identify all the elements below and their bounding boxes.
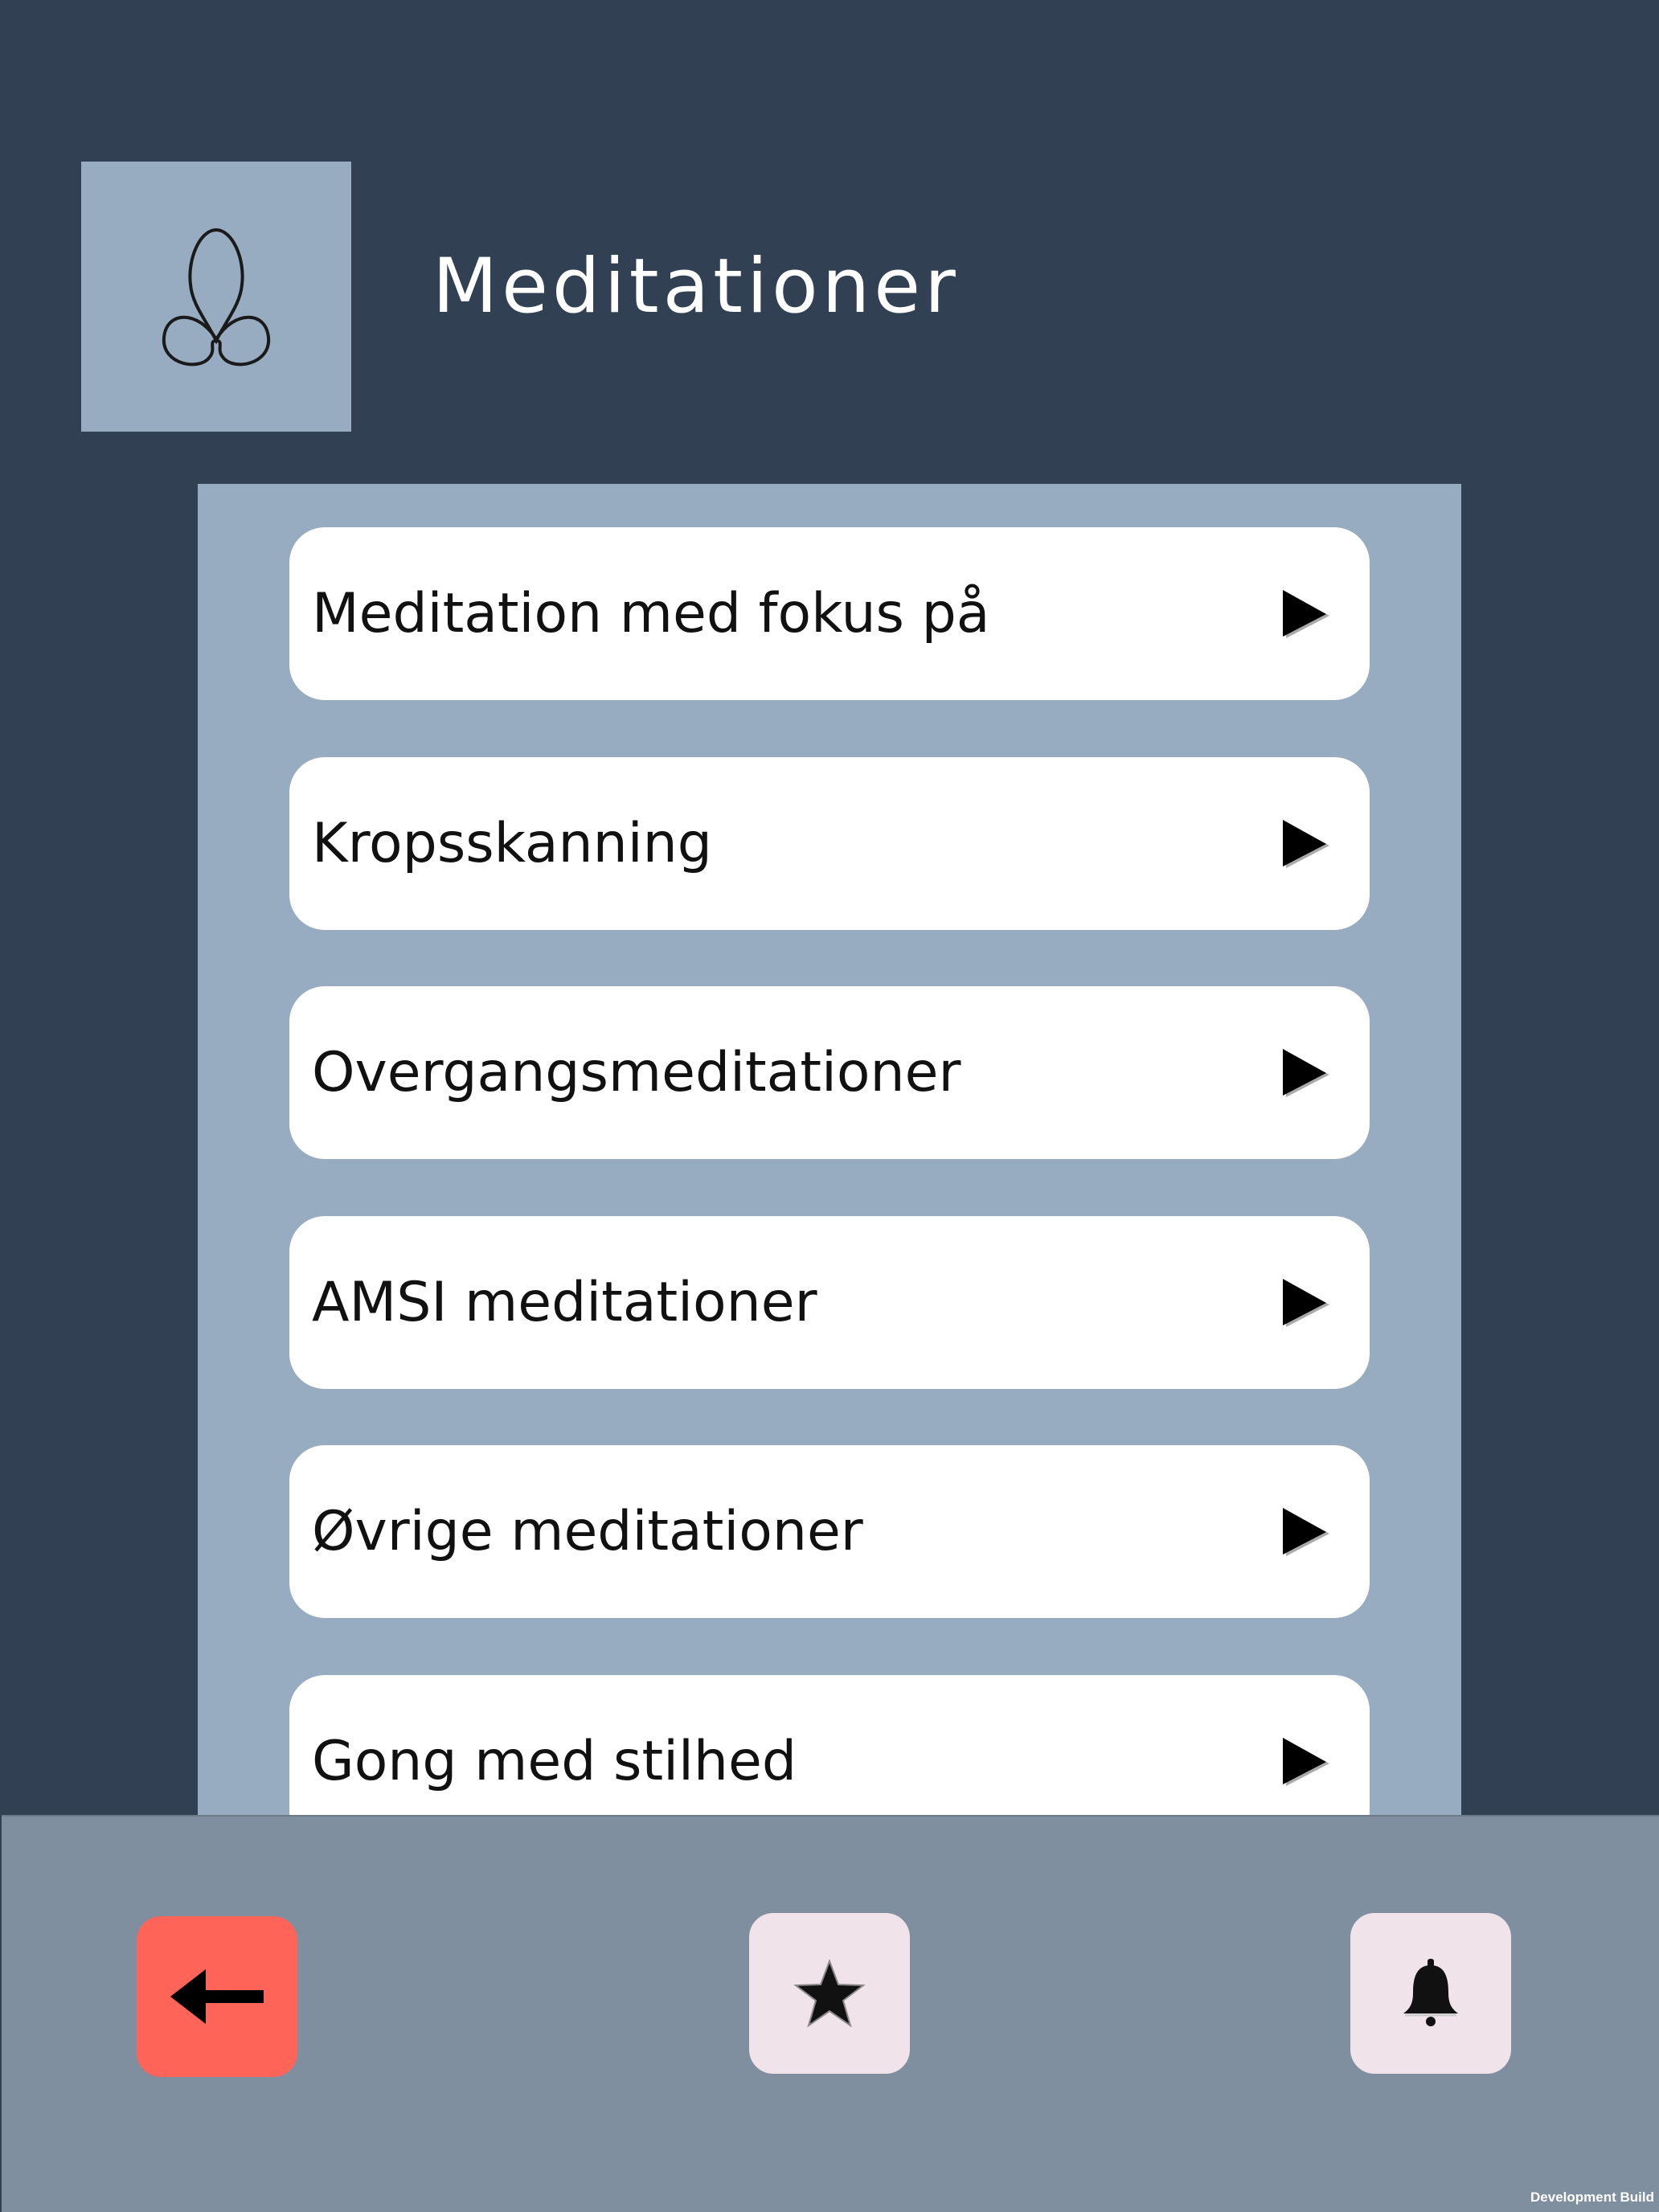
back-button[interactable] [137,1916,297,2077]
play-icon [1283,1048,1329,1097]
list-item-label: Gong med stilhed [312,1729,797,1793]
arrow-left-icon [170,1969,264,2024]
page-title: Meditationer [432,243,960,330]
play-icon [1283,1278,1329,1327]
app-logo [81,162,351,432]
play-icon [1283,589,1329,638]
list-item-label: Overgangsmeditationer [312,1040,961,1104]
list-item-label: AMSI meditationer [312,1270,817,1334]
list-item-label: Meditation med fokus på [312,581,990,645]
bell-icon [1403,1959,1458,2026]
play-icon [1283,819,1329,868]
list-item-gong-med-stilhed[interactable]: Gong med stilhed [289,1675,1370,1818]
favorites-button[interactable] [749,1913,910,2074]
list-item-overgangsmeditationer[interactable]: Overgangsmeditationer [289,986,1370,1159]
list-item-kropsskanning[interactable]: Kropsskanning [289,757,1370,930]
list-item-label: Øvrige meditationer [312,1499,863,1563]
star-icon [793,1959,866,2028]
list-item-amsi-meditationer[interactable]: AMSI meditationer [289,1216,1370,1389]
development-build-label: Development Build [1530,2189,1654,2205]
play-icon [1283,1737,1329,1786]
meditation-figure-icon [162,227,271,367]
play-icon [1283,1507,1329,1556]
list-item-meditation-fokus[interactable]: Meditation med fokus på [289,527,1370,700]
bottom-nav-bar: Development Build [2,1815,1659,2212]
list-item-label: Kropsskanning [312,811,712,875]
notifications-button[interactable] [1350,1913,1511,2074]
list-item-ovrige-meditationer[interactable]: Øvrige meditationer [289,1445,1370,1618]
meditation-list[interactable]: Meditation med fokus på Kropsskanning Ov… [198,484,1461,1818]
